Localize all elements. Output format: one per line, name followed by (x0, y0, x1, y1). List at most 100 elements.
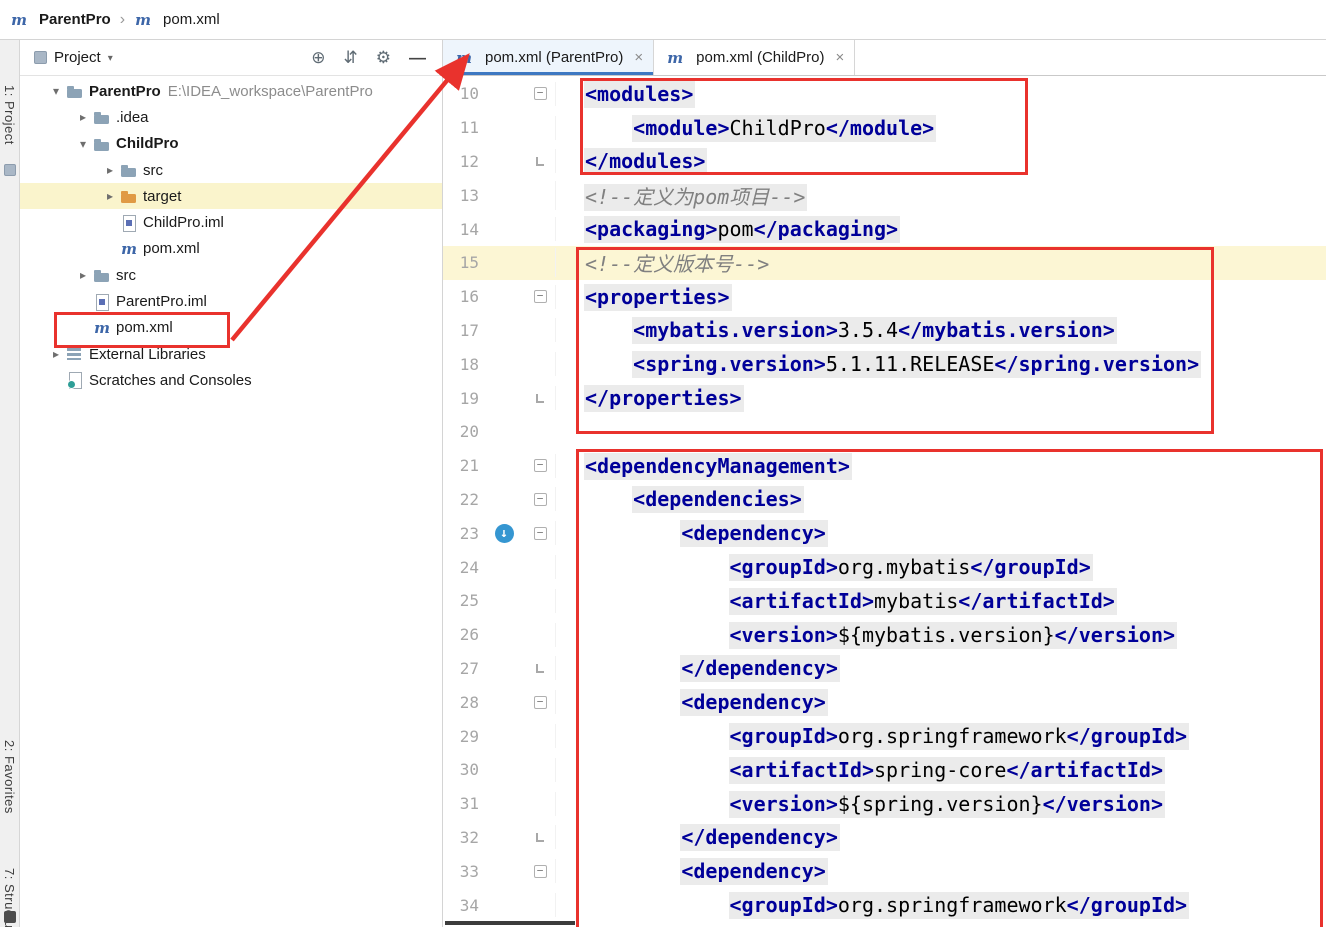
code-text: <artifactId>mybatis</artifactId> (555, 587, 1326, 615)
line-number: 18 (459, 354, 479, 374)
tree-item-scratches-and-consoles[interactable]: Scratches and Consoles (20, 367, 442, 393)
chevron-down-icon[interactable]: ▾ (108, 53, 113, 64)
code-line-20[interactable]: 20 (443, 415, 1326, 449)
code-line-31[interactable]: 31 <version>${spring.version}</version> (443, 787, 1326, 821)
code-line-24[interactable]: 24 <groupId>org.mybatis</groupId> (443, 550, 1326, 584)
editor-tab-pom-xml-childpro-[interactable]: m pom.xml (ChildPro) × (654, 40, 856, 75)
horizontal-scrollbar-thumb[interactable] (445, 921, 575, 925)
tree-item-label: pom.xml (116, 319, 173, 337)
maven-dependency-gutter-icon[interactable]: ↓ (494, 523, 514, 543)
tree-item-external-libraries[interactable]: ▸ External Libraries (20, 341, 442, 367)
chevron-right-icon[interactable]: ▸ (100, 189, 120, 203)
line-number: 16 (459, 287, 479, 307)
close-icon[interactable]: × (634, 49, 643, 66)
fold-collapse-icon[interactable]: − (533, 492, 547, 506)
chevron-right-icon[interactable]: ▸ (46, 347, 66, 361)
gutter-icon-slot: ↓ (483, 523, 525, 543)
tree-item-pom-xml[interactable]: m pom.xml (20, 236, 442, 262)
tree-item--idea[interactable]: ▸ .idea (20, 104, 442, 130)
tree-item-parentpro-iml[interactable]: ParentPro.iml (20, 288, 442, 314)
fold-collapse-icon[interactable]: − (533, 864, 547, 878)
xml-tag: </dependency> (681, 825, 838, 850)
fold-collapse-icon[interactable]: − (533, 87, 547, 101)
code-line-18[interactable]: 18 <spring.version>5.1.11.RELEASE</sprin… (443, 347, 1326, 381)
code-chunk: <groupId>org.springframework</groupId> (728, 892, 1190, 920)
code-line-29[interactable]: 29 <groupId>org.springframework</groupId… (443, 719, 1326, 753)
fold-collapse-icon[interactable]: − (533, 526, 547, 540)
fold-collapse-icon[interactable]: − (533, 459, 547, 473)
chevron-right-icon[interactable]: ▸ (73, 110, 93, 124)
fold-collapse-icon[interactable]: − (533, 695, 547, 709)
code-line-28[interactable]: 28 − <dependency> (443, 685, 1326, 719)
code-line-33[interactable]: 33 − <dependency> (443, 854, 1326, 888)
chevron-down-icon[interactable]: ▾ (46, 84, 66, 98)
code-line-14[interactable]: 14 <packaging>pom</packaging> (443, 212, 1326, 246)
code-line-32[interactable]: 32 </dependency> (443, 821, 1326, 855)
breadcrumb-file[interactable]: pom.xml (163, 11, 220, 28)
fold-collapse-icon[interactable]: − (533, 290, 547, 304)
line-number: 13 (459, 185, 479, 205)
code-line-17[interactable]: 17 <mybatis.version>3.5.4</mybatis.versi… (443, 314, 1326, 348)
code-line-13[interactable]: 13 <!--定义为pom项目--> (443, 178, 1326, 212)
code-chunk: <!--定义为pom项目--> (584, 183, 808, 211)
tree-item-label: ParentPro (89, 82, 161, 100)
code-editor[interactable]: 10 − <modules> 11 <module>ChildPro</module>… (443, 76, 1326, 927)
code-chunk: <dependency> (680, 858, 828, 886)
tree-item-label: ChildPro.iml (143, 214, 224, 232)
breadcrumb-project[interactable]: ParentPro (39, 11, 111, 28)
code-line-10[interactable]: 10 − <modules> (443, 77, 1326, 111)
tool-windows-toggle-icon[interactable] (4, 911, 16, 923)
code-line-19[interactable]: 19 </properties> (443, 381, 1326, 415)
hide-panel-icon[interactable]: — (409, 49, 426, 66)
tree-item-parentpro[interactable]: ▾ ParentPro E:\IDEA_workspace\ParentPro (20, 78, 442, 104)
tree-item-src[interactable]: ▸ src (20, 262, 442, 288)
close-icon[interactable]: × (836, 49, 845, 66)
tree-item-target[interactable]: ▸ target (20, 183, 442, 210)
locate-file-icon[interactable]: ⊕ (311, 49, 325, 66)
maven-icon: m (135, 10, 151, 29)
fold-end-icon[interactable] (536, 832, 544, 842)
xml-tag: <dependency> (681, 690, 826, 715)
tree-item-childpro[interactable]: ▾ ChildPro (20, 131, 442, 157)
tool-window-button-favorites[interactable]: 2: Favorites (2, 740, 17, 814)
code-chunk: <packaging>pom</packaging> (584, 216, 901, 244)
editor-tab-pom-xml-parentpro-[interactable]: m pom.xml (ParentPro) × (443, 40, 655, 75)
tree-item-label: ChildPro (116, 135, 179, 153)
tree-item-pom-xml[interactable]: m pom.xml (20, 315, 442, 341)
code-text: <dependencyManagement> (555, 452, 1326, 480)
chevron-right-icon[interactable]: ▸ (100, 163, 120, 177)
chevron-down-icon[interactable]: ▾ (73, 137, 93, 151)
code-line-11[interactable]: 11 <module>ChildPro</module> (443, 111, 1326, 145)
code-chunk: <dependency> (680, 520, 828, 548)
code-line-34[interactable]: 34 <groupId>org.springframework</groupId… (443, 888, 1326, 922)
line-number: 15 (459, 253, 479, 273)
chevron-right-icon[interactable]: ▸ (73, 268, 93, 282)
gear-icon[interactable]: ⚙ (376, 49, 391, 66)
tree-item-childpro-iml[interactable]: ChildPro.iml (20, 209, 442, 235)
code-line-21[interactable]: 21 − <dependencyManagement> (443, 449, 1326, 483)
fold-end-icon[interactable] (536, 663, 544, 673)
tree-item-label: ParentPro.iml (116, 293, 207, 311)
breadcrumb-separator-icon: › (119, 10, 126, 28)
tool-window-button-project[interactable]: 1: Project (2, 85, 17, 145)
code-line-22[interactable]: 22 − <dependencies> (443, 483, 1326, 517)
code-text: <properties> (555, 283, 1326, 311)
line-number: 12 (459, 151, 479, 171)
code-line-15[interactable]: 15 <!--定义版本号--> (443, 245, 1326, 280)
code-line-27[interactable]: 27 </dependency> (443, 652, 1326, 686)
tab-label: pom.xml (ParentPro) (485, 49, 624, 66)
code-line-16[interactable]: 16 − <properties> (443, 280, 1326, 314)
xml-tag: </groupId> (1066, 724, 1188, 749)
project-panel-title[interactable]: Project (54, 49, 101, 66)
fold-end-icon[interactable] (536, 156, 544, 166)
code-line-23[interactable]: 23 ↓ − <dependency> (443, 516, 1326, 550)
code-text: <artifactId>spring-core</artifactId> (555, 756, 1326, 784)
code-line-25[interactable]: 25 <artifactId>mybatis</artifactId> (443, 584, 1326, 618)
code-line-30[interactable]: 30 <artifactId>spring-core</artifactId> (443, 753, 1326, 787)
tool-window-stripe: 1: Project 2: Favorites 7: Structure (0, 40, 20, 927)
code-line-26[interactable]: 26 <version>${mybatis.version}</version> (443, 618, 1326, 652)
collapse-all-icon[interactable]: ⇵ (344, 49, 358, 66)
fold-end-icon[interactable] (536, 393, 544, 403)
tree-item-src[interactable]: ▸ src (20, 157, 442, 183)
code-line-12[interactable]: 12 </modules> (443, 145, 1326, 179)
